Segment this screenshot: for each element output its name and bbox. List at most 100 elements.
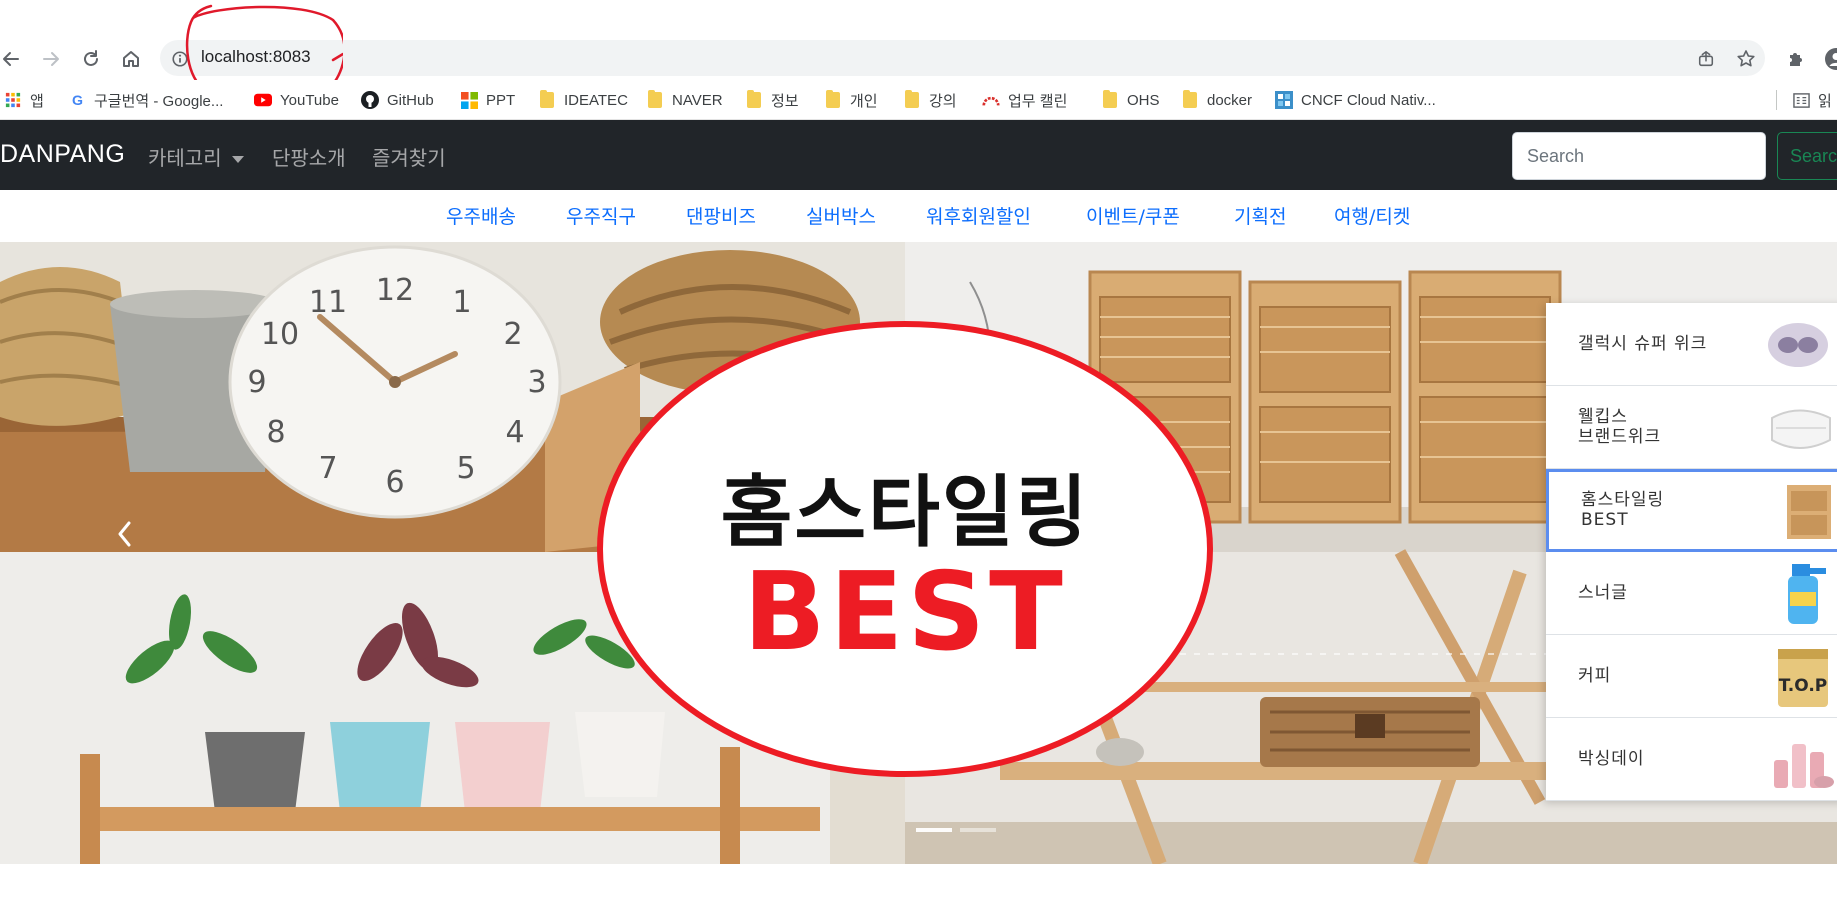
side-list-label: 갤럭시 슈퍼 위크 (1578, 334, 1708, 354)
category-link[interactable]: 실버박스 (806, 202, 876, 229)
bookmark-label: OHS (1127, 91, 1160, 109)
bookmark-label: 읽 (1818, 92, 1832, 110)
bookmark-ppt[interactable]: PPT (460, 88, 515, 112)
bookmark-star-icon[interactable] (1735, 48, 1757, 70)
youtube-icon (254, 91, 272, 109)
side-list-item[interactable]: 커피 T.O.P (1546, 635, 1837, 718)
chevron-left-icon (118, 521, 131, 547)
side-list-item[interactable]: 스너글 (1546, 552, 1837, 635)
bookmark-folder-ohs[interactable]: OHS (1101, 88, 1160, 112)
bookmark-label: 강의 (929, 92, 957, 110)
extensions-puzzle-icon[interactable] (1785, 48, 1807, 70)
side-list-item[interactable]: 갤럭시 슈퍼 위크 (1546, 303, 1837, 386)
carousel-indicator-2[interactable] (960, 828, 996, 832)
bookmark-google-translate[interactable]: G 구글번역 - Google... (68, 88, 223, 112)
hero-subheadline: BEST (743, 550, 1067, 675)
category-link[interactable]: 우주직구 (566, 202, 636, 229)
bookmark-github[interactable]: GitHub (361, 88, 434, 112)
bookmark-label: NAVER (672, 91, 723, 109)
url-text[interactable]: localhost:8083 (201, 47, 311, 67)
microsoft-icon (460, 91, 478, 109)
category-link[interactable]: 우주배송 (446, 202, 516, 229)
page: localhost:8083 앱 G 구글번역 - Google... YouT… (0, 0, 1837, 906)
bookmark-folder-lecture[interactable]: 강의 (903, 88, 957, 112)
bookmark-folder-naver[interactable]: NAVER (646, 88, 723, 112)
nav-link-about[interactable]: 단팡소개 (272, 142, 346, 171)
folder-icon (646, 90, 664, 109)
folder-icon (538, 90, 556, 109)
folder-icon (1101, 90, 1119, 109)
back-button[interactable] (0, 46, 24, 72)
reload-button[interactable] (78, 46, 104, 72)
bookmarks-divider (1776, 90, 1777, 110)
address-bar[interactable] (160, 40, 1765, 76)
bookmark-label: 정보 (771, 92, 799, 110)
reading-list[interactable]: 읽 (1792, 88, 1832, 112)
folder-icon (824, 90, 842, 109)
bookmark-folder-info[interactable]: 정보 (745, 88, 799, 112)
carousel-indicator-1[interactable] (916, 828, 952, 832)
site-brand[interactable]: DANPANG (0, 140, 125, 169)
side-list-item-active[interactable]: 홈스타일링 BEST (1546, 469, 1837, 552)
folder-icon (903, 90, 921, 109)
side-list-item[interactable]: 웰킵스 브랜드위크 (1546, 386, 1837, 469)
clock-number: 2 (503, 317, 522, 352)
reading-list-icon (1792, 91, 1810, 109)
side-list-item[interactable]: 박싱데이 (1546, 718, 1837, 801)
google-icon: G (68, 91, 86, 109)
forward-button[interactable] (38, 46, 64, 72)
earbuds-thumb (1764, 315, 1834, 375)
clock-number: 7 (318, 451, 337, 486)
reload-icon (84, 50, 98, 66)
bookmark-label: 업무 캘린 (1008, 92, 1068, 110)
folder-icon (1181, 90, 1199, 109)
bookmark-label: YouTube (280, 91, 339, 109)
back-arrow-icon (3, 52, 19, 66)
category-link[interactable]: 여행/티켓 (1334, 202, 1410, 229)
bookmark-label: CNCF Cloud Nativ... (1301, 91, 1436, 109)
category-link[interactable]: 워후회원할인 (926, 202, 1031, 229)
nav-link-favorites[interactable]: 즐겨찾기 (372, 142, 446, 171)
category-link[interactable]: 댄팡비즈 (686, 202, 756, 229)
cncf-icon (1275, 91, 1293, 109)
category-link[interactable]: 기획전 (1234, 202, 1286, 229)
bookmarks-bar: 앱 G 구글번역 - Google... YouTube GitHub PPT (0, 80, 1837, 120)
profile-avatar-icon[interactable] (1825, 48, 1837, 70)
clock-number: 10 (261, 317, 299, 352)
search-input[interactable] (1512, 132, 1766, 180)
share-icon[interactable] (1695, 48, 1717, 70)
bookmark-label: PPT (486, 91, 516, 109)
bookmark-apps[interactable]: 앱 (4, 88, 44, 112)
side-list-label: 박싱데이 (1578, 749, 1645, 769)
nav-category-dropdown[interactable]: 카테고리 (148, 142, 244, 171)
caret-down-icon (231, 156, 244, 163)
github-icon (361, 91, 379, 109)
bookmark-label: 개인 (850, 92, 878, 110)
bookmark-youtube[interactable]: YouTube (254, 88, 339, 112)
search-button[interactable]: Search (1777, 132, 1837, 180)
cabinet-thumb (1767, 481, 1837, 541)
tab-strip (0, 0, 1837, 36)
bookmark-label: GitHub (387, 91, 434, 109)
hero-headline: 홈스타일링 (720, 468, 1090, 558)
clock-number: 4 (505, 415, 524, 450)
home-button[interactable] (118, 46, 144, 72)
svg-text:T.O.P: T.O.P (1779, 676, 1827, 696)
bookmark-label: 앱 (30, 92, 44, 110)
bookmark-folder-ideatec[interactable]: IDEATEC (538, 88, 628, 112)
site-navbar: DANPANG 카테고리 단팡소개 즐겨찾기 Search (0, 120, 1837, 190)
site-info-icon[interactable] (170, 49, 190, 69)
bookmark-folder-docker[interactable]: docker (1181, 88, 1252, 112)
mask-thumb (1764, 398, 1834, 458)
bookmark-folder-personal[interactable]: 개인 (824, 88, 878, 112)
bookmark-label: IDEATEC (564, 91, 628, 109)
carousel-prev-button[interactable] (110, 514, 140, 554)
side-list-label: 웰킵스 브랜드위크 (1578, 407, 1662, 447)
bookmark-work-calendar[interactable]: 업무 캘린 (982, 88, 1067, 112)
category-link[interactable]: 이벤트/쿠폰 (1086, 202, 1180, 229)
cosmetics-thumb (1764, 730, 1834, 790)
bookmark-label: docker (1207, 91, 1253, 109)
coffee-can-thumb: T.O.P (1764, 647, 1834, 707)
category-bar: 우주배송 우주직구 댄팡비즈 실버박스 워후회원할인 이벤트/쿠폰 기획전 여행… (0, 190, 1837, 242)
bookmark-cncf[interactable]: CNCF Cloud Nativ... (1275, 88, 1436, 112)
